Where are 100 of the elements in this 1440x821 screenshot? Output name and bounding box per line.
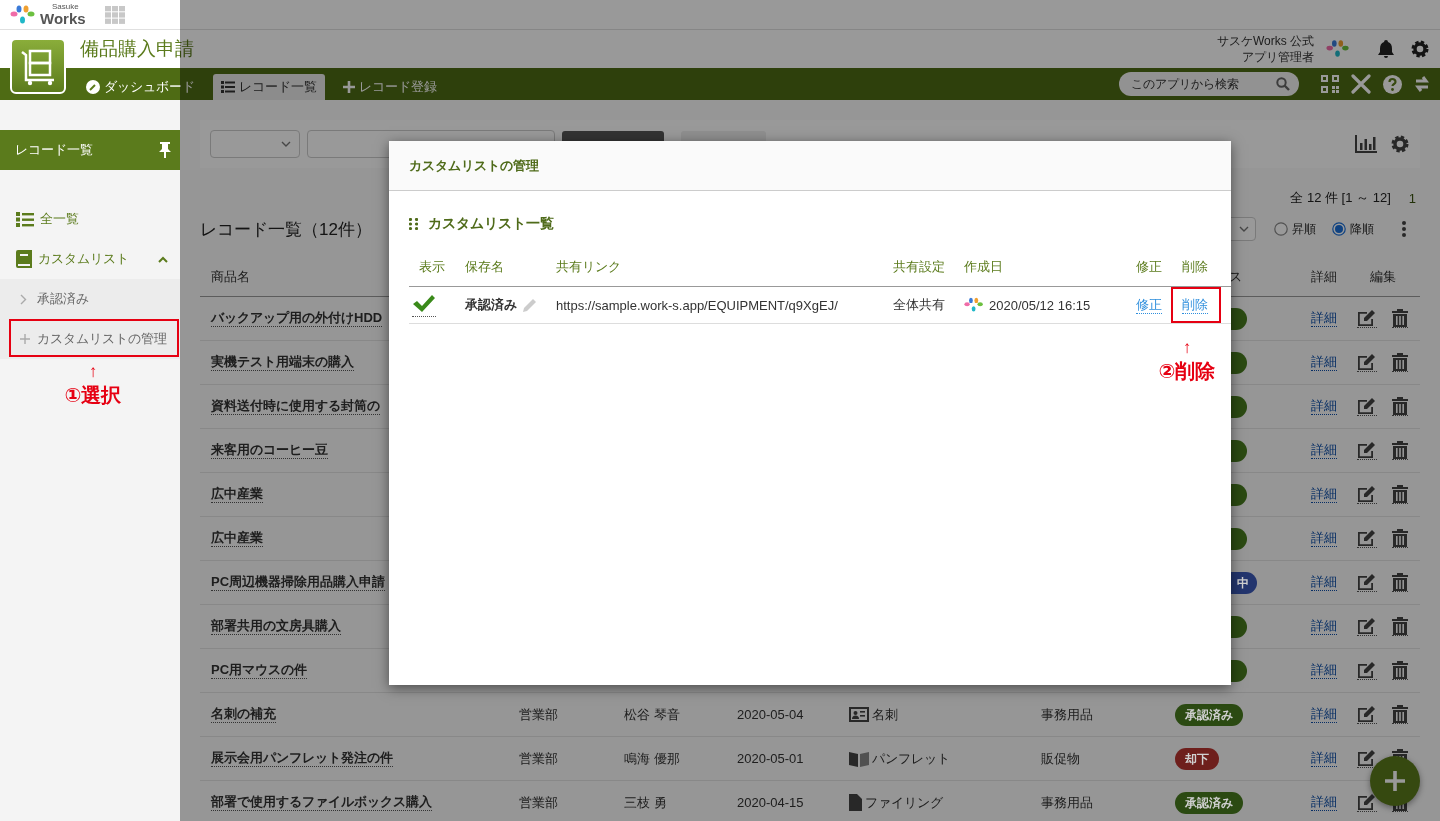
sidebar-item[interactable]: 全一覧 <box>0 199 180 239</box>
checkmark-icon[interactable] <box>412 293 436 317</box>
sync-icon[interactable] <box>1414 74 1430 94</box>
edit-link[interactable]: 修正 <box>1136 296 1162 314</box>
nav-tab[interactable]: レコード登録 <box>335 74 445 100</box>
record-link[interactable]: バックアップ用の外付けHDD <box>211 310 383 327</box>
record-count: 全 12 件 [1 ～ 12] <box>1290 189 1391 207</box>
list-icon <box>16 211 34 227</box>
record-link[interactable]: 来客用のコーヒー豆 <box>211 442 328 459</box>
record-link[interactable]: 部署で使用するファイルボックス購入 <box>211 794 432 811</box>
sidebar-subitem[interactable]: カスタムリストの管理 <box>0 319 180 359</box>
nav-tab[interactable]: ダッシュボード <box>78 74 203 100</box>
record-link[interactable]: 展示会用パンフレット発注の件 <box>211 750 393 767</box>
table-cell: ファイリング <box>865 793 943 812</box>
trash-icon[interactable] <box>1392 485 1408 504</box>
edit-icon[interactable] <box>1357 661 1377 680</box>
edit-icon[interactable] <box>1357 573 1377 592</box>
settings-icon[interactable] <box>1390 134 1410 154</box>
table-cell: 事務用品 <box>1041 793 1093 812</box>
detail-link[interactable]: 詳細 <box>1311 398 1337 415</box>
record-link[interactable]: 部署共用の文房具購入 <box>211 618 341 635</box>
id-card-icon <box>849 707 869 722</box>
edit-icon[interactable] <box>1357 617 1377 636</box>
detail-link[interactable]: 詳細 <box>1311 794 1337 811</box>
table-cell: 2020/05/12 16:15 <box>989 297 1091 313</box>
add-button[interactable] <box>1370 756 1420 806</box>
column-header: 作成日 <box>964 258 1003 276</box>
record-link[interactable]: 実機テスト用端末の購入 <box>211 354 354 371</box>
chevron-up-icon[interactable] <box>158 255 168 263</box>
trash-icon[interactable] <box>1392 309 1408 328</box>
table-cell: 名刺 <box>872 705 898 724</box>
table-cell: 事務用品 <box>1041 705 1093 724</box>
table-cell: 2020-05-01 <box>737 751 804 766</box>
bell-icon[interactable] <box>1376 39 1396 59</box>
modal-title: カスタムリストの管理 <box>409 156 539 175</box>
table-cell: 松谷 琴音 <box>624 705 680 724</box>
column-header: 共有設定 <box>893 258 945 276</box>
search-field[interactable]: このアプリから検索 <box>1119 72 1299 96</box>
bar-chart-icon[interactable] <box>1355 135 1377 153</box>
nav-tab[interactable]: レコード一覧 <box>213 74 325 100</box>
avatar-logo-icon[interactable] <box>1326 38 1350 60</box>
detail-link[interactable]: 詳細 <box>1311 442 1337 459</box>
file-icon <box>849 794 862 811</box>
edit-icon[interactable] <box>1357 485 1377 504</box>
delete-link[interactable]: 削除 <box>1182 296 1208 314</box>
detail-link[interactable]: 詳細 <box>1311 706 1337 723</box>
settings-icon[interactable] <box>1410 39 1430 59</box>
help-icon[interactable] <box>1383 74 1402 94</box>
trash-icon[interactable] <box>1392 661 1408 680</box>
trash-icon[interactable] <box>1392 573 1408 592</box>
more-icon[interactable] <box>1402 221 1406 237</box>
detail-link[interactable]: 詳細 <box>1311 530 1337 547</box>
sort-radio[interactable]: 昇順 <box>1274 220 1316 238</box>
record-link[interactable]: 広中産業 <box>211 486 263 503</box>
edit-icon[interactable] <box>1357 353 1377 372</box>
table-cell: 販促物 <box>1041 749 1080 768</box>
record-link[interactable]: PC周辺機器掃除用品購入申請 <box>211 574 386 591</box>
sidebar-subitem[interactable]: 承認済み <box>0 279 180 319</box>
user-role: アプリ管理者 <box>1242 49 1314 65</box>
sort-radio[interactable]: 降順 <box>1332 220 1374 238</box>
status-badge: 承認済み <box>1175 703 1243 726</box>
table-cell: 三枝 勇 <box>624 793 667 812</box>
column-header: 修正 <box>1136 258 1162 276</box>
status-badge: 却下 <box>1175 747 1219 770</box>
detail-link[interactable]: 詳細 <box>1311 354 1337 371</box>
detail-link[interactable]: 詳細 <box>1311 574 1337 591</box>
detail-link[interactable]: 詳細 <box>1311 486 1337 503</box>
detail-link[interactable]: 詳細 <box>1311 662 1337 679</box>
record-link[interactable]: 広中産業 <box>211 530 263 547</box>
section-title: レコード一覧（12件） <box>200 218 372 241</box>
page-link[interactable]: 1 <box>1408 190 1416 206</box>
edit-icon[interactable] <box>1357 309 1377 328</box>
detail-link[interactable]: 詳細 <box>1311 750 1337 767</box>
record-link[interactable]: 名刺の補充 <box>211 706 276 723</box>
chevron-down-icon <box>1239 226 1249 232</box>
gauge-icon <box>86 80 100 94</box>
record-link[interactable]: 資料送付時に使用する封筒の <box>211 398 380 415</box>
chevron-down-icon <box>281 141 291 147</box>
edit-icon[interactable] <box>1357 529 1377 548</box>
trash-icon[interactable] <box>1392 617 1408 636</box>
detail-link[interactable]: 詳細 <box>1311 618 1337 635</box>
plus-icon <box>343 81 355 93</box>
edit-icon[interactable] <box>1357 705 1377 724</box>
detail-link[interactable]: 詳細 <box>1311 310 1337 327</box>
table-cell: 全体共有 <box>893 296 945 314</box>
record-link[interactable]: PC用マウスの件 <box>211 662 308 679</box>
sidebar-item[interactable]: カスタムリスト <box>0 239 180 279</box>
logo-text: Works <box>40 11 86 26</box>
edit-icon[interactable] <box>1357 397 1377 416</box>
qr-code-icon[interactable] <box>1321 75 1339 93</box>
trash-icon[interactable] <box>1392 529 1408 548</box>
trash-icon[interactable] <box>1392 397 1408 416</box>
trash-icon[interactable] <box>1392 705 1408 724</box>
edit-icon[interactable] <box>1357 441 1377 460</box>
book-icon <box>849 750 869 767</box>
pin-icon[interactable] <box>159 142 171 158</box>
list-icon <box>221 81 235 93</box>
trash-icon[interactable] <box>1392 353 1408 372</box>
annotation-arrow: ↑ <box>88 362 98 382</box>
trash-icon[interactable] <box>1392 441 1408 460</box>
